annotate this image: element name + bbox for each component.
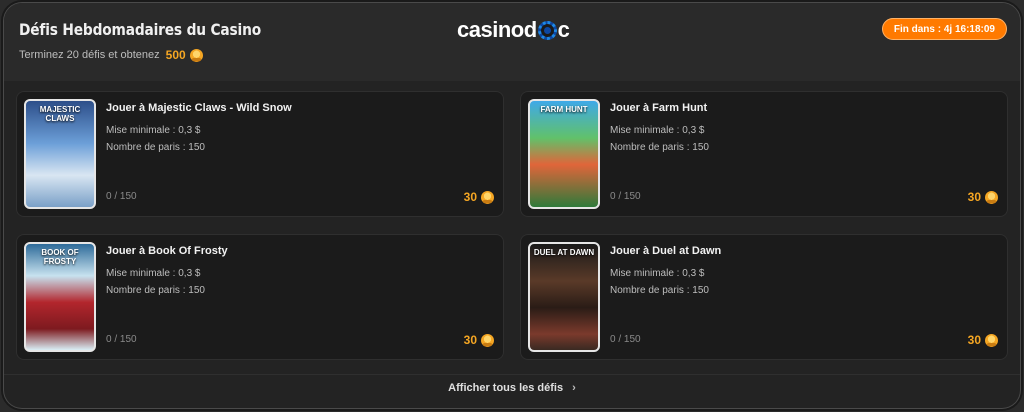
game-thumbnail[interactable]: MAJESTIC CLAWS xyxy=(24,99,96,209)
reward-value: 30 xyxy=(967,190,981,204)
game-thumbnail[interactable]: FARM HUNT xyxy=(528,99,600,209)
poker-chip-icon xyxy=(537,20,557,40)
reward-value: 30 xyxy=(463,190,477,204)
challenge-reward: 30 xyxy=(464,333,494,347)
panel-header: Défis Hebdomadaires du Casino Terminez 2… xyxy=(4,3,1020,81)
challenge-title: Jouer à Book Of Frosty xyxy=(106,245,228,257)
challenge-card[interactable]: BOOK OF FROSTY Jouer à Book Of Frosty Mi… xyxy=(16,234,504,360)
page-title: Défis Hebdomadaires du Casino xyxy=(19,20,262,39)
bet-count: Nombre de paris : 150 xyxy=(106,285,205,296)
show-all-link[interactable]: Afficher tous les défis › xyxy=(4,382,1020,394)
bet-count: Nombre de paris : 150 xyxy=(610,285,709,296)
thumbnail-label: DUEL AT DAWN xyxy=(533,248,595,257)
logo-text-prefix: casinod xyxy=(457,17,537,42)
progress-text: 0 / 150 xyxy=(610,334,641,345)
coin-icon xyxy=(985,190,998,204)
total-reward-value: 500 xyxy=(165,48,186,62)
min-bet: Mise minimale : 0,3 $ xyxy=(610,268,705,279)
coin-icon xyxy=(985,333,998,347)
game-thumbnail[interactable]: BOOK OF FROSTY xyxy=(24,242,96,352)
chevron-right-icon: › xyxy=(572,382,576,394)
coin-icon xyxy=(481,333,494,347)
thumbnail-label: BOOK OF FROSTY xyxy=(41,248,79,266)
footer-divider xyxy=(4,374,1020,375)
coin-icon xyxy=(481,190,494,204)
countdown-text: Fin dans : 4j 16:18:09 xyxy=(893,23,995,35)
countdown-badge: Fin dans : 4j 16:18:09 xyxy=(881,18,1007,40)
progress-text: 0 / 150 xyxy=(106,334,137,345)
reward-value: 30 xyxy=(463,333,477,347)
subtitle-text: Terminez 20 défis et obtenez xyxy=(19,49,160,61)
casino-logo[interactable]: casinod c xyxy=(457,17,570,43)
challenge-reward: 30 xyxy=(968,333,998,347)
reward-value: 30 xyxy=(967,333,981,347)
progress-text: 0 / 150 xyxy=(610,191,641,202)
bet-count: Nombre de paris : 150 xyxy=(106,142,205,153)
challenge-reward: 30 xyxy=(464,190,494,204)
challenges-panel: Défis Hebdomadaires du Casino Terminez 2… xyxy=(4,3,1020,408)
challenge-reward: 30 xyxy=(968,190,998,204)
min-bet: Mise minimale : 0,3 $ xyxy=(106,268,201,279)
challenge-card[interactable]: FARM HUNT Jouer à Farm Hunt Mise minimal… xyxy=(520,91,1008,217)
game-thumbnail[interactable]: DUEL AT DAWN xyxy=(528,242,600,352)
bet-count: Nombre de paris : 150 xyxy=(610,142,709,153)
challenge-title: Jouer à Majestic Claws - Wild Snow xyxy=(106,102,292,114)
logo-text-suffix: c xyxy=(557,17,570,42)
min-bet: Mise minimale : 0,3 $ xyxy=(106,125,201,136)
min-bet: Mise minimale : 0,3 $ xyxy=(610,125,705,136)
progress-text: 0 / 150 xyxy=(106,191,137,202)
coin-icon xyxy=(189,48,203,62)
thumbnail-label: FARM HUNT xyxy=(540,105,588,114)
thumbnail-label: MAJESTIC CLAWS xyxy=(39,105,81,123)
challenge-card[interactable]: DUEL AT DAWN Jouer à Duel at Dawn Mise m… xyxy=(520,234,1008,360)
challenge-title: Jouer à Farm Hunt xyxy=(610,102,708,114)
subtitle: Terminez 20 défis et obtenez 500 xyxy=(19,48,203,62)
show-all-label: Afficher tous les défis xyxy=(448,382,564,394)
challenge-title: Jouer à Duel at Dawn xyxy=(610,245,722,257)
challenge-card[interactable]: MAJESTIC CLAWS Jouer à Majestic Claws - … xyxy=(16,91,504,217)
